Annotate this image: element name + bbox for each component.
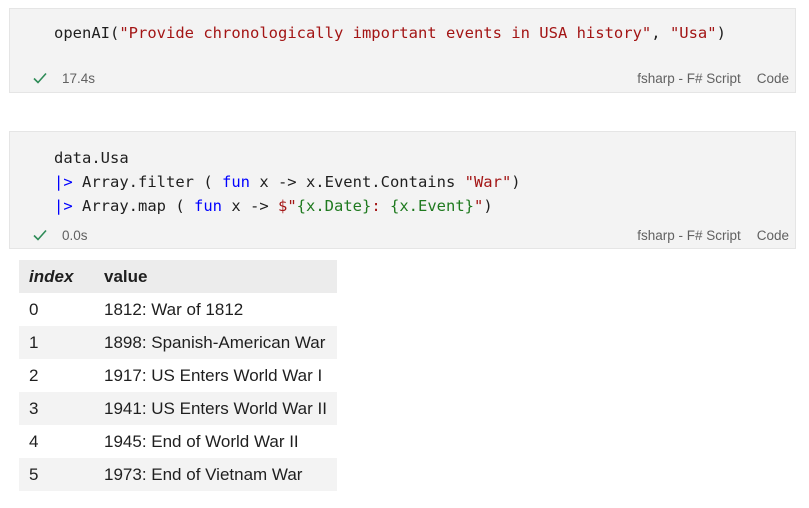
code-function: openAI [54, 24, 110, 42]
row-index: 5 [19, 458, 94, 491]
table-row: 0 1812: War of 1812 [19, 293, 337, 326]
row-index: 4 [29, 431, 39, 451]
code-editor-cell-2[interactable]: data.Usa |> Array.filter ( fun x -> x.Ev… [54, 146, 521, 218]
row-value: 1941: US Enters World War II [94, 392, 337, 425]
code-string-country: "Usa" [669, 24, 717, 42]
row-index: 3 [19, 392, 94, 425]
column-header-index: index [19, 260, 94, 293]
kernel-language-picker[interactable]: fsharp - F# Script [637, 71, 741, 86]
cell-status-bar: 17.4s fsharp - F# Script Code [32, 69, 789, 87]
kernel-language-picker[interactable]: fsharp - F# Script [637, 228, 741, 243]
code-editor-cell-1[interactable]: openAI("Provide chronologically importan… [54, 21, 726, 45]
table-row: 2 1917: US Enters World War I [19, 359, 337, 392]
row-value: 1898: Spanish-American War [94, 326, 337, 359]
row-value: 1945: End of World War II [104, 431, 299, 451]
table-row: 4 1945: End of World War II [19, 425, 337, 458]
table-row: 5 1973: End of Vietnam War [19, 458, 337, 491]
cell-output-table: index value 0 1812: War of 1812 1 1898: … [19, 260, 337, 491]
row-index: 1 [19, 326, 94, 359]
notebook-cell-2[interactable]: data.Usa |> Array.filter ( fun x -> x.Ev… [9, 131, 796, 249]
execution-time: 17.4s [62, 70, 96, 86]
execution-time: 0.0s [62, 227, 88, 243]
notebook-cell-1[interactable]: openAI("Provide chronologically importan… [9, 8, 796, 93]
check-icon [33, 229, 47, 241]
row-index: 0 [29, 299, 39, 319]
column-header-value: value [94, 260, 337, 293]
row-index: 2 [29, 365, 39, 385]
table-row: 1 1898: Spanish-American War [19, 326, 337, 359]
table-header-row: index value [19, 260, 337, 293]
code-string-prompt: "Provide chronologically important event… [119, 24, 652, 42]
cell-type-label[interactable]: Code [757, 71, 789, 86]
check-icon [33, 72, 47, 84]
row-value: 1917: US Enters World War I [104, 365, 323, 385]
row-value: 1973: End of Vietnam War [94, 458, 337, 491]
cell-type-label[interactable]: Code [757, 228, 789, 243]
cell-status-bar: 0.0s fsharp - F# Script Code [32, 226, 789, 244]
code-line-1: data.Usa [54, 149, 129, 167]
table-row: 3 1941: US Enters World War II [19, 392, 337, 425]
row-value: 1812: War of 1812 [104, 299, 244, 319]
